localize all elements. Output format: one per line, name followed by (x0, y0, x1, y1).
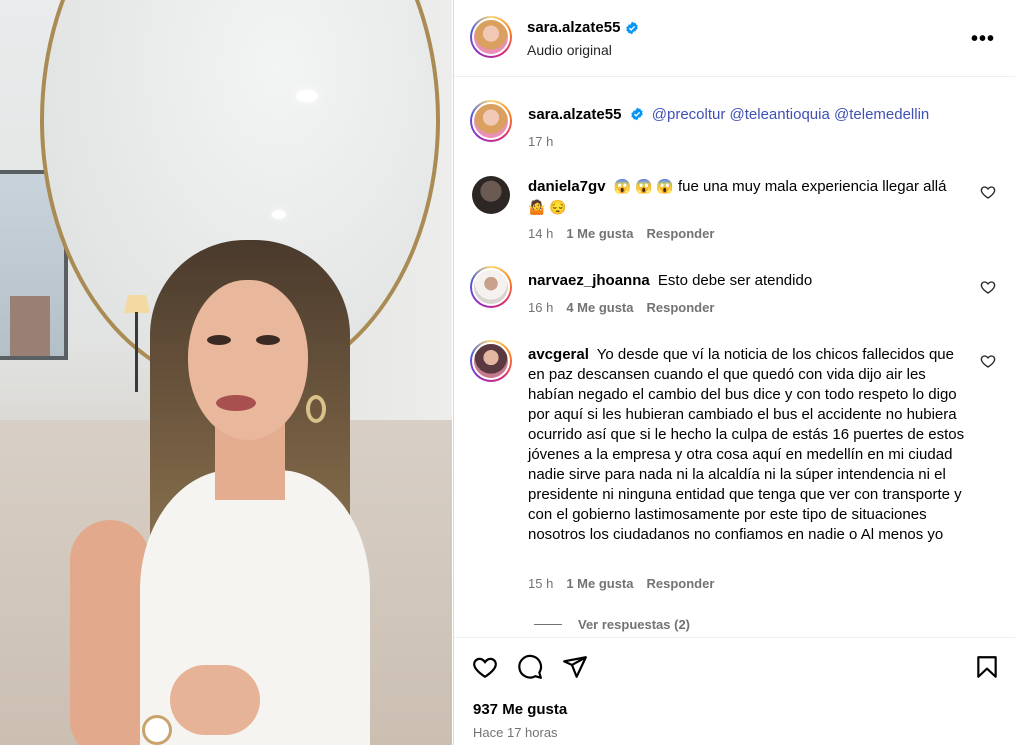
comment-time[interactable]: 14 h (528, 226, 553, 241)
more-horizontal-icon[interactable]: ••• (971, 28, 995, 51)
comment-text: avcgeral Yo desde que ví la noticia de l… (528, 345, 968, 545)
comment-meta: 14 h 1 Me gusta Responder (528, 226, 714, 241)
share-send-icon[interactable] (562, 654, 588, 680)
save-bookmark-icon[interactable] (974, 654, 1000, 680)
view-replies-button[interactable]: Ver respuestas (2) (534, 617, 690, 632)
view-replies-label: Ver respuestas (2) (578, 617, 691, 632)
comment-meta: 16 h 4 Me gusta Responder (528, 300, 714, 315)
commenter-avatar[interactable] (470, 340, 512, 382)
commenter-avatar[interactable] (472, 176, 510, 214)
comment-time[interactable]: 15 h (528, 576, 553, 591)
person-eye (256, 335, 280, 345)
comment: narvaez_jhoanna Esto debe ser atendido 1… (470, 266, 1000, 322)
person-hand (170, 665, 260, 735)
person-eye (207, 335, 231, 345)
verified-badge-icon (626, 21, 639, 34)
mention-link[interactable]: @teleantioquia (730, 106, 830, 123)
comments-list[interactable]: sara.alzate55 @precoltur @teleantioquia … (454, 78, 1015, 636)
mention-link[interactable]: @precoltur (652, 106, 726, 123)
comment-emojis: 🤷 😔 (528, 199, 567, 215)
video-player[interactable] (0, 0, 452, 745)
author-username-row: sara.alzate55 (527, 19, 639, 36)
comment-body: Yo desde que ví la noticia de los chicos… (528, 346, 965, 543)
reply-button[interactable]: Responder (647, 226, 715, 241)
caption: sara.alzate55 @precoltur @teleantioquia … (470, 100, 1000, 160)
post-sidebar: sara.alzate55 Audio original ••• sara.al… (453, 0, 1015, 745)
person-arm (70, 520, 150, 745)
verified-badge-icon (630, 107, 643, 121)
like-comment-heart-icon[interactable] (980, 353, 996, 369)
author-avatar[interactable] (470, 16, 512, 58)
reply-button[interactable]: Responder (647, 576, 715, 591)
comment-text: daniela7gv 😱 😱 😱 fue una muy mala experi… (528, 176, 968, 218)
post-header: sara.alzate55 Audio original ••• (454, 0, 1015, 77)
comment-meta: 15 h 1 Me gusta Responder (528, 576, 714, 591)
mention-link[interactable]: @telemedellin (834, 106, 929, 123)
caption-text: sara.alzate55 @precoltur @teleantioquia … (528, 105, 968, 125)
replies-divider (534, 624, 562, 625)
comment-username[interactable]: daniela7gv (528, 178, 606, 195)
ceiling-light (272, 210, 286, 219)
audio-label[interactable]: Audio original (527, 42, 612, 58)
like-heart-icon[interactable] (472, 654, 498, 680)
caption-time[interactable]: 17 h (528, 134, 553, 149)
comment-username[interactable]: avcgeral (528, 346, 589, 363)
caption-username[interactable]: sara.alzate55 (528, 106, 621, 123)
comment-time[interactable]: 16 h (528, 300, 553, 315)
like-comment-heart-icon[interactable] (980, 184, 996, 200)
comment-likes[interactable]: 4 Me gusta (566, 300, 633, 315)
commenter-avatar[interactable] (470, 266, 512, 308)
person-lips (216, 395, 256, 411)
comment: daniela7gv 😱 😱 😱 fue una muy mala experi… (470, 174, 1000, 248)
comment-username[interactable]: narvaez_jhoanna (528, 272, 650, 289)
comment-text: narvaez_jhoanna Esto debe ser atendido (528, 271, 968, 291)
comment: avcgeral Yo desde que ví la noticia de l… (470, 340, 1000, 600)
comment-emojis: 😱 😱 😱 (613, 178, 674, 194)
comment-likes[interactable]: 1 Me gusta (566, 576, 633, 591)
ceiling-light (296, 90, 318, 102)
reply-button[interactable]: Responder (647, 300, 715, 315)
post-actions: 937 Me gusta Hace 17 horas (454, 637, 1015, 745)
like-comment-heart-icon[interactable] (980, 279, 996, 295)
comment-body: fue una muy mala experiencia llegar allá (677, 178, 947, 195)
caption-meta: 17 h (528, 134, 553, 149)
author-username[interactable]: sara.alzate55 (527, 19, 620, 36)
floor-lamp-shade (124, 295, 150, 313)
post-timestamp[interactable]: Hace 17 horas (473, 725, 558, 740)
floor-lamp-pole (135, 312, 138, 392)
comment-body: Esto debe ser atendido (657, 272, 813, 289)
earring (306, 395, 326, 423)
comment-bubble-icon[interactable] (517, 654, 543, 680)
wristwatch (142, 715, 172, 745)
likes-count[interactable]: 937 Me gusta (473, 701, 567, 718)
person-face (188, 280, 308, 440)
comment-likes[interactable]: 1 Me gusta (566, 226, 633, 241)
caption-avatar[interactable] (470, 100, 512, 142)
